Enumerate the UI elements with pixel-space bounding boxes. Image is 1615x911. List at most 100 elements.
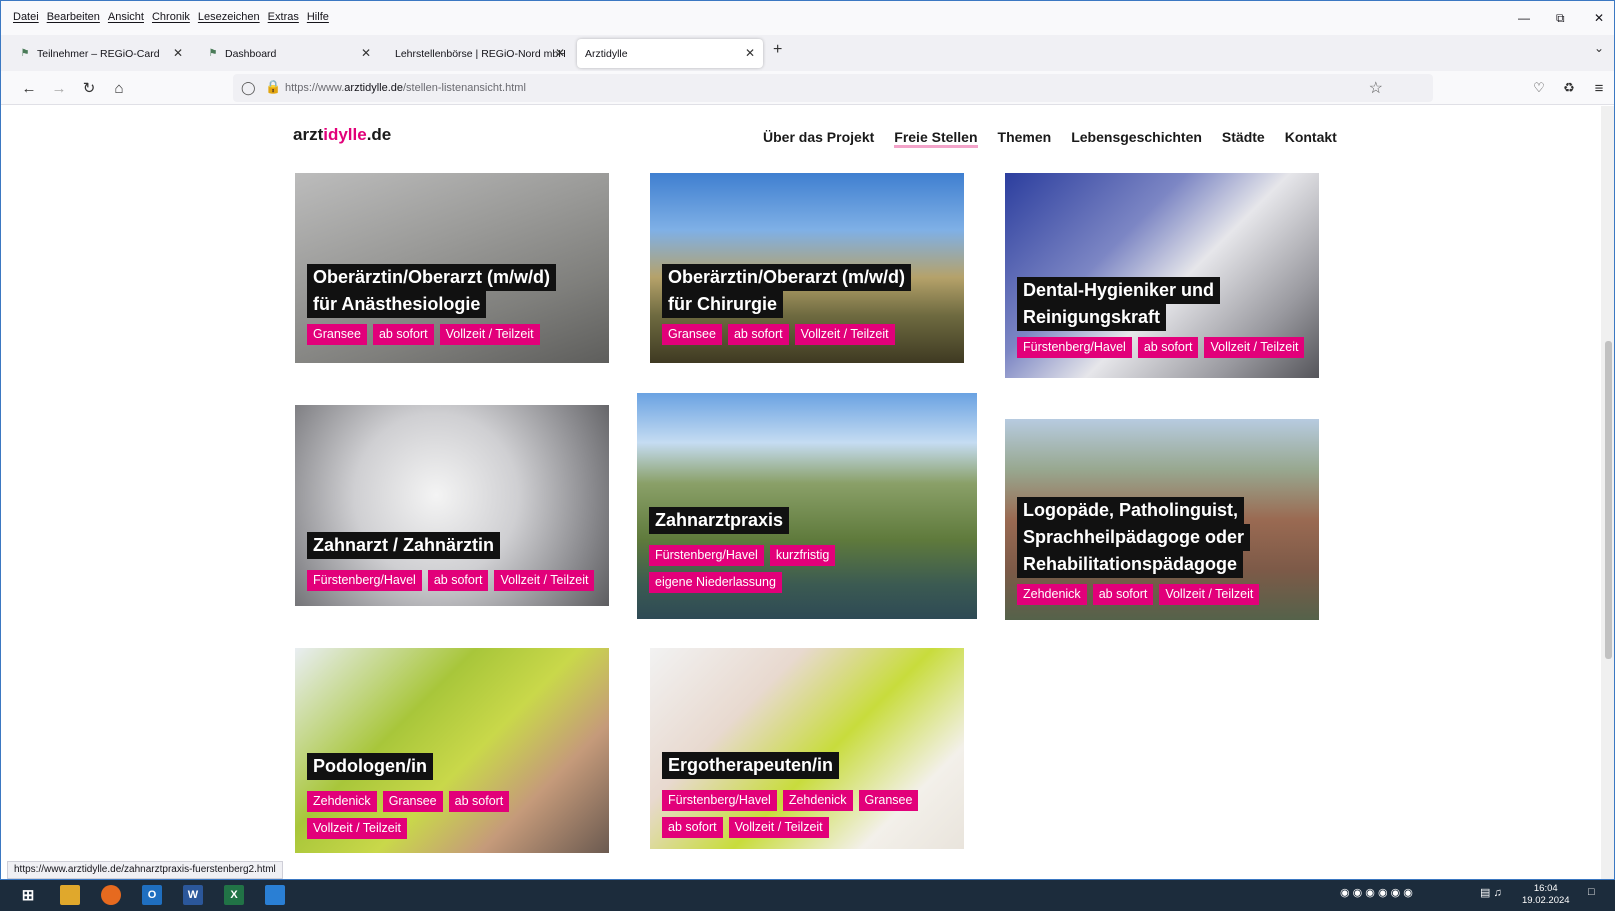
start-icon[interactable]: ⊞ [18,885,38,905]
close-tab-icon[interactable]: ✕ [361,46,371,60]
tag-worktime: Vollzeit / Teilzeit [494,570,595,591]
page-content: arztidylle.de Über das Projekt Freie Ste… [1,106,1601,879]
windows-taskbar: ⊞ O W X ◉ ◉ ◉ ◉ ◉ ◉ ▤ ♫ 16:04 19.02.2024… [0,880,1615,911]
job-tags: Zehdenick Gransee ab sofort Vollzeit / Teil… [307,791,517,839]
regio-favicon-icon: ⚑ [20,48,30,59]
job-title: Ergotherapeuten/in [662,752,840,779]
tracking-protection-icon[interactable]: ◯ [241,80,256,96]
job-title: Oberärztin/Oberarzt (m/w/d) für Anästhesi… [307,264,557,318]
address-bar[interactable]: ◯ 🔒 https://www.arztidylle.de/stellen-li… [233,74,1433,102]
forward-icon[interactable]: → [49,78,69,98]
tab-label: Arztidylle [585,47,628,60]
back-icon[interactable]: ← [19,78,39,98]
close-window-icon[interactable]: ✕ [1594,11,1604,25]
job-tags: Zehdenick ab sofort Vollzeit / Teilzeit [1017,584,1260,605]
tag-location: Fürstenberg/Havel [1017,337,1132,358]
job-tags: Gransee ab sofort Vollzeit / Teilzeit [307,324,540,345]
job-title: Podologen/in [307,753,433,780]
tag-type: eigene Niederlassung [649,572,782,593]
tag-start: ab sofort [448,791,510,812]
job-tags: Fürstenberg/Havel ab sofort Vollzeit / Tei… [307,570,595,591]
site-logo[interactable]: arztidylle.de [293,125,391,145]
tab-label: Teilnehmer – REGiO-Card [37,47,160,60]
url-text[interactable]: https://www.arztidylle.de/stellen-listen… [285,82,526,94]
status-link-preview: https://www.arztidylle.de/zahnarztpraxis… [7,861,283,879]
scrollbar-thumb[interactable] [1605,341,1612,659]
tab-dashboard[interactable]: ⚑ Dashboard ✕ [199,39,379,68]
tag-start: ab sofort [662,817,723,838]
job-title: Zahnarztpraxis [649,507,790,534]
tag-worktime: Vollzeit / Teilzeit [728,817,829,838]
list-all-tabs-icon[interactable]: ⌄ [1594,41,1604,55]
nav-themen[interactable]: Themen [998,129,1052,148]
close-tab-icon[interactable]: ✕ [173,46,183,60]
job-card[interactable]: Podologen/in Zehdenick Gransee ab sofort Vo… [295,648,609,853]
nav-ueber-das-projekt[interactable]: Über das Projekt [763,129,874,148]
tab-strip: ⚑ Teilnehmer – REGiO-Card ✕ ⚑ Dashboard … [1,35,1614,71]
minimize-icon[interactable]: — [1518,11,1530,25]
tag-location: Gransee [662,324,722,345]
job-card[interactable]: Ergotherapeuten/in Fürstenberg/Havel Zehd… [650,648,964,849]
bookmark-star-icon[interactable]: ☆ [1369,78,1383,98]
job-title: Logopäde, Patholinguist, Sprachheilpädago… [1017,497,1251,578]
system-clock[interactable]: 16:04 19.02.2024 [1522,883,1570,907]
tag-location: Zehdenick [307,791,377,812]
restore-icon[interactable]: ⧉ [1556,11,1565,26]
job-card[interactable]: Zahnarztpraxis Fürstenberg/Havel kurzfris… [637,393,977,619]
job-card[interactable]: Oberärztin/Oberarzt (m/w/d) für Anästhesi… [295,173,609,363]
job-title: Dental-Hygieniker und Reinigungskraft [1017,277,1221,331]
firefox-icon[interactable] [101,885,121,905]
menu-extras[interactable]: Extras [268,11,299,23]
tag-location: Zehdenick [1017,584,1087,605]
nav-freie-stellen[interactable]: Freie Stellen [894,129,978,149]
extensions-icon[interactable]: ♻ [1559,78,1579,98]
reload-icon[interactable]: ↻ [79,78,99,98]
outlook-icon[interactable]: O [142,885,162,905]
tag-worktime: Vollzeit / Teilzeit [439,324,540,345]
menu-ansicht[interactable]: Ansicht [108,11,144,23]
tag-start: ab sofort [1092,584,1154,605]
job-card[interactable]: Logopäde, Patholinguist, Sprachheilpädago… [1005,419,1319,620]
tag-worktime: Vollzeit / Teilzeit [1204,337,1305,358]
nav-staedte[interactable]: Städte [1222,129,1265,148]
job-tags: Fürstenberg/Havel Zehdenick Gransee ab sofo… [662,790,932,838]
close-tab-icon[interactable]: ✕ [555,46,565,60]
page-scrollbar[interactable] [1601,106,1614,879]
job-card[interactable]: Zahnarzt / Zahnärztin Fürstenberg/Havel a… [295,405,609,606]
network-volume-icon[interactable]: ▤ ♫ [1480,886,1502,899]
nav-lebensgeschichten[interactable]: Lebensgeschichten [1071,129,1202,148]
word-icon[interactable]: W [183,885,203,905]
browser-window: Datei Bearbeiten Ansicht Chronik Lesezei… [0,0,1615,880]
tray-icons[interactable]: ◉ ◉ ◉ ◉ ◉ ◉ [1340,886,1413,899]
new-tab-icon[interactable]: + [773,41,782,59]
close-tab-icon[interactable]: ✕ [745,46,755,60]
tag-location: Gransee [858,790,919,811]
tag-start: kurzfristig [769,545,836,566]
tag-location: Fürstenberg/Havel [649,545,764,566]
tab-teilnehmer[interactable]: ⚑ Teilnehmer – REGiO-Card ✕ [11,39,191,68]
notification-icon[interactable]: □ [1588,886,1595,898]
menu-hilfe[interactable]: Hilfe [307,11,329,23]
menu-bearbeiten[interactable]: Bearbeiten [47,11,100,23]
tab-lehrstellenboerse[interactable]: Lehrstellenbörse | REGiO-Nord mbH ✕ [387,39,567,68]
app-icon[interactable] [265,885,285,905]
tab-label: Lehrstellenbörse | REGiO-Nord mbH [395,47,566,60]
job-card[interactable]: Dental-Hygieniker und Reinigungskraft Für… [1005,173,1319,378]
menu-datei[interactable]: Datei [13,11,39,23]
job-title: Oberärztin/Oberarzt (m/w/d) für Chirurgie [662,264,912,318]
menu-chronik[interactable]: Chronik [152,11,190,23]
app-menu-icon[interactable]: ≡ [1589,78,1609,98]
file-explorer-icon[interactable] [60,885,80,905]
job-card[interactable]: Oberärztin/Oberarzt (m/w/d) für Chirurgie… [650,173,964,363]
tag-location: Fürstenberg/Havel [307,570,422,591]
lock-icon[interactable]: 🔒 [265,79,281,95]
tab-label: Dashboard [225,47,277,60]
pocket-icon[interactable]: ♡ [1529,78,1549,98]
menu-lesezeichen[interactable]: Lesezeichen [198,11,260,23]
home-icon[interactable]: ⌂ [109,78,129,98]
excel-icon[interactable]: X [224,885,244,905]
tab-arztidylle[interactable]: Arztidylle ✕ [577,39,763,68]
nav-kontakt[interactable]: Kontakt [1285,129,1337,148]
menu-bar: Datei Bearbeiten Ansicht Chronik Lesezei… [1,1,1614,35]
tag-location: Gransee [307,324,367,345]
